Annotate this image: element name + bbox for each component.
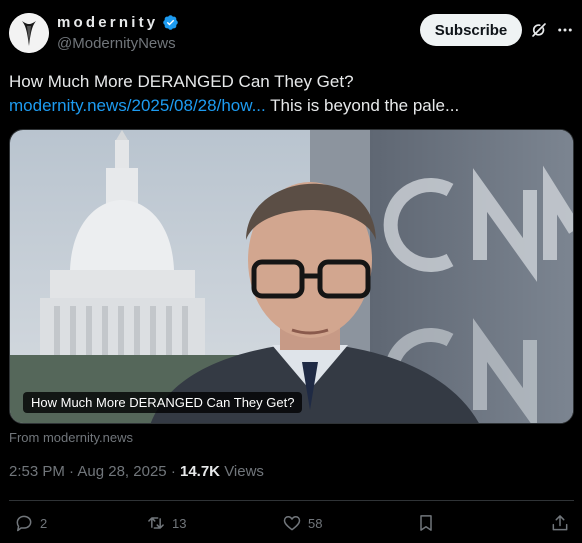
reply-button[interactable]: 2 — [14, 513, 47, 533]
meta-separator: · — [69, 463, 75, 480]
media-image — [10, 130, 573, 423]
link-source[interactable]: From modernity.news — [9, 430, 133, 445]
reply-icon — [16, 515, 32, 532]
repost-button[interactable]: 13 — [146, 513, 186, 533]
tweet-text: How Much More DERANGED Can They Get? mod… — [9, 70, 569, 118]
media-caption: How Much More DERANGED Can They Get? — [23, 392, 303, 413]
bookmark-icon — [420, 515, 432, 531]
tweet-second-line: modernity.news/2025/08/28/how... This is… — [9, 94, 569, 118]
like-button[interactable]: 58 — [282, 513, 322, 533]
repost-icon — [148, 517, 164, 529]
repost-count: 13 — [172, 515, 187, 531]
tweet-date[interactable]: Aug 28, 2025 — [77, 463, 166, 480]
views-count: 14.7K — [179, 463, 221, 480]
like-count: 58 — [308, 515, 323, 531]
author-handle[interactable]: @ModernityNews — [57, 35, 176, 52]
tweet-time[interactable]: 2:53 PM — [9, 463, 65, 480]
reply-count: 2 — [40, 515, 48, 531]
subscribe-button[interactable]: Subscribe — [420, 14, 522, 46]
like-icon — [283, 516, 301, 531]
bookmark-button[interactable] — [416, 513, 436, 533]
more-icon[interactable] — [556, 21, 574, 39]
meta-separator: · — [170, 463, 176, 480]
verified-badge-icon — [163, 15, 179, 30]
media-card[interactable]: How Much More DERANGED Can They Get? — [9, 129, 574, 424]
avatar[interactable] — [9, 13, 49, 53]
tweet-link[interactable]: modernity.news/2025/08/28/how... — [9, 96, 266, 115]
share-icon — [552, 515, 568, 531]
grok-icon[interactable] — [530, 21, 548, 39]
tweet-text-after-link: This is beyond the pale... — [265, 96, 460, 115]
divider — [9, 500, 574, 501]
author-name-row: modernity — [57, 14, 179, 31]
avatar-logo — [9, 13, 49, 53]
tweet-headline: How Much More DERANGED Can They Get? — [9, 72, 354, 91]
tweet-meta: 2:53 PM · Aug 28, 2025 · 14.7K Views — [9, 463, 264, 480]
views-label: Views — [224, 463, 264, 480]
author-display-name[interactable]: modernity — [57, 14, 158, 31]
share-button[interactable] — [550, 513, 570, 533]
